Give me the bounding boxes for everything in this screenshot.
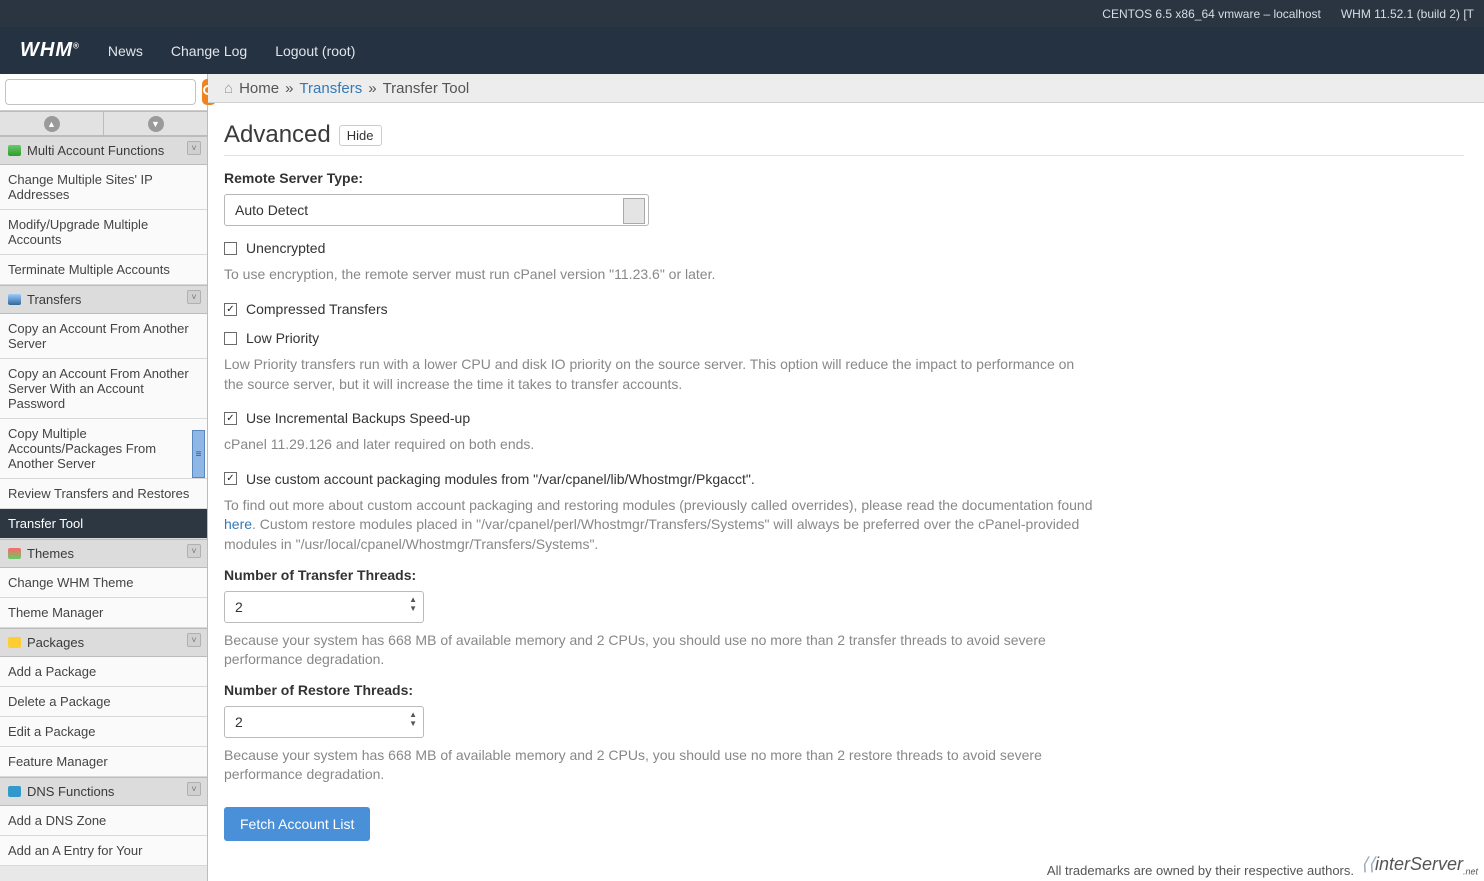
home-icon[interactable]: ⌂ (224, 80, 233, 97)
top-status-bar: CENTOS 6.5 x86_64 vmware – localhost WHM… (0, 0, 1484, 27)
section-dns[interactable]: DNS Functions˅ (0, 777, 207, 806)
restore-threads-help: Because your system has 668 MB of availa… (224, 746, 1094, 785)
interserver-logo[interactable]: ⟨⟨interServer.net (1361, 854, 1478, 877)
trademark-text: All trademarks are owned by their respec… (1047, 863, 1354, 878)
checkbox-unchecked-icon (224, 332, 237, 345)
breadcrumb: ⌂ Home » Transfers » Transfer Tool (208, 74, 1484, 103)
main-header: WHM® News Change Log Logout (root) (0, 27, 1484, 74)
incremental-help: cPanel 11.29.126 and later required on b… (224, 435, 1094, 455)
section-multi-account[interactable]: Multi Account Functions˅ (0, 136, 207, 165)
collapse-up-button[interactable]: ▲ (0, 112, 104, 135)
spinner-arrows-icon: ▲▼ (409, 710, 417, 729)
chevron-down-icon: ˅ (187, 782, 201, 796)
sidebar-item-theme-manager[interactable]: Theme Manager (0, 598, 207, 628)
sidebar-item-review-transfers[interactable]: Review Transfers and Restores (0, 479, 207, 509)
transfer-threads-help: Because your system has 668 MB of availa… (224, 631, 1094, 670)
sidebar-item-terminate-accounts[interactable]: Terminate Multiple Accounts (0, 255, 207, 285)
compressed-checkbox-row[interactable]: ✓Compressed Transfers (224, 297, 1464, 321)
sidebar-item-change-multi-ip[interactable]: Change Multiple Sites' IP Addresses (0, 165, 207, 210)
sidebar-item-feature-manager[interactable]: Feature Manager (0, 747, 207, 777)
custompkg-help: To find out more about custom account pa… (224, 496, 1094, 555)
custompkg-doc-link[interactable]: here (224, 516, 252, 532)
sidebar-item-add-dns-zone[interactable]: Add a DNS Zone (0, 806, 207, 836)
sidebar-item-modify-accounts[interactable]: Modify/Upgrade Multiple Accounts (0, 210, 207, 255)
section-themes[interactable]: Themes˅ (0, 539, 207, 568)
checkbox-unchecked-icon (224, 242, 237, 255)
chevron-down-icon: ˅ (187, 633, 201, 647)
fetch-account-list-button[interactable]: Fetch Account List (224, 807, 370, 841)
main-content: ⌂ Home » Transfers » Transfer Tool Advan… (208, 74, 1484, 881)
sidebar-item-copy-account-pw[interactable]: Copy an Account From Another Server With… (0, 359, 207, 419)
restore-threads-input[interactable]: 2▲▼ (224, 706, 424, 738)
news-link[interactable]: News (108, 43, 143, 59)
breadcrumb-home[interactable]: Home (239, 80, 279, 97)
breadcrumb-transfers[interactable]: Transfers (299, 80, 362, 97)
remote-server-type-label: Remote Server Type: (224, 170, 1464, 186)
sidebar-item-transfer-tool[interactable]: Transfer Tool (0, 509, 207, 539)
unencrypted-checkbox-row[interactable]: Unencrypted (224, 236, 1464, 260)
search-bar (0, 74, 207, 111)
transfer-threads-input[interactable]: 2▲▼ (224, 591, 424, 623)
changelog-link[interactable]: Change Log (171, 43, 247, 59)
checkbox-checked-icon: ✓ (224, 412, 237, 425)
sidebar-item-add-package[interactable]: Add a Package (0, 657, 207, 687)
chevron-down-icon: ˅ (187, 141, 201, 155)
sidebar-drag-handle[interactable]: ≡ (192, 430, 205, 478)
spinner-arrows-icon: ▲▼ (409, 595, 417, 614)
themes-icon (8, 548, 21, 559)
section-packages[interactable]: Packages˅ (0, 628, 207, 657)
sidebar-item-change-whm-theme[interactable]: Change WHM Theme (0, 568, 207, 598)
chevron-down-icon: ˅ (187, 290, 201, 304)
custompkg-checkbox-row[interactable]: ✓Use custom account packaging modules fr… (224, 467, 1464, 491)
page-title: Advanced Hide (224, 121, 1464, 156)
unencrypted-help: To use encryption, the remote server mus… (224, 265, 1094, 285)
collapse-down-button[interactable]: ▼ (104, 112, 207, 135)
checkbox-checked-icon: ✓ (224, 472, 237, 485)
system-info: CENTOS 6.5 x86_64 vmware – localhost (1102, 7, 1321, 21)
breadcrumb-current: Transfer Tool (383, 80, 470, 97)
whm-logo[interactable]: WHM® (20, 39, 80, 62)
sidebar-item-copy-account[interactable]: Copy an Account From Another Server (0, 314, 207, 359)
sidebar-item-edit-package[interactable]: Edit a Package (0, 717, 207, 747)
chevron-down-icon: ˅ (187, 544, 201, 558)
whm-version: WHM 11.52.1 (build 2) [T (1341, 7, 1474, 21)
transfer-icon (8, 294, 21, 305)
sidebar-item-copy-multiple[interactable]: Copy Multiple Accounts/Packages From Ano… (0, 419, 207, 479)
restore-threads-label: Number of Restore Threads: (224, 682, 1464, 698)
section-transfers[interactable]: Transfers˅ (0, 285, 207, 314)
sidebar-item-delete-package[interactable]: Delete a Package (0, 687, 207, 717)
sidebar-item-add-a-entry[interactable]: Add an A Entry for Your (0, 836, 207, 866)
search-input[interactable] (5, 79, 196, 105)
hide-button[interactable]: Hide (339, 125, 382, 146)
logout-link[interactable]: Logout (root) (275, 43, 355, 59)
remote-server-type-select[interactable]: Auto Detect (224, 194, 649, 226)
checkbox-checked-icon: ✓ (224, 303, 237, 316)
collapse-controls: ▲ ▼ (0, 111, 207, 136)
sidebar: ▲ ▼ Multi Account Functions˅ Change Mult… (0, 74, 208, 881)
packages-icon (8, 637, 21, 648)
chevron-down-icon: ▼ (148, 116, 164, 132)
dns-icon (8, 786, 21, 797)
lowpriority-checkbox-row[interactable]: Low Priority (224, 326, 1464, 350)
users-icon (8, 145, 21, 156)
sidebar-nav[interactable]: Multi Account Functions˅ Change Multiple… (0, 136, 207, 881)
incremental-checkbox-row[interactable]: ✓Use Incremental Backups Speed-up (224, 406, 1464, 430)
transfer-threads-label: Number of Transfer Threads: (224, 567, 1464, 583)
chevron-up-icon: ▲ (44, 116, 60, 132)
lowpriority-help: Low Priority transfers run with a lower … (224, 355, 1094, 394)
